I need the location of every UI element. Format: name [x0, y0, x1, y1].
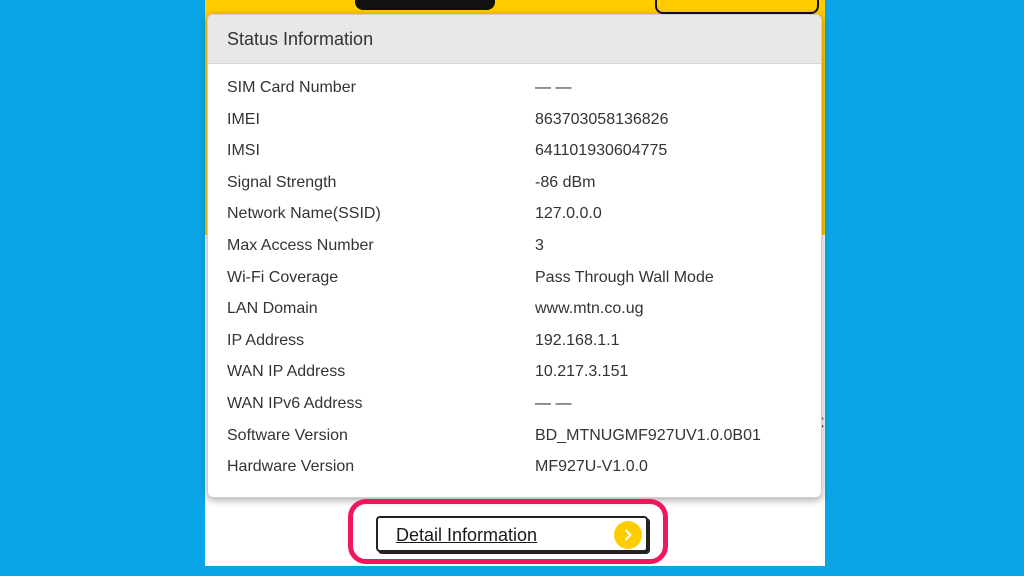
status-value: 3: [535, 236, 544, 254]
popup-title: Status Information: [208, 15, 821, 64]
status-value: 863703058136826: [535, 110, 669, 128]
status-row: Max Access Number 3: [208, 231, 821, 263]
screen-background: € 90 dBm Status Information SIM Card Num…: [0, 0, 1024, 576]
status-value: 10.217.3.151: [535, 363, 629, 381]
status-value: BD_MTNUGMF927UV1.0.0B01: [535, 426, 761, 444]
status-label: Hardware Version: [227, 458, 355, 476]
status-row: Signal Strength -86 dBm: [208, 168, 821, 200]
status-row: Wi-Fi Coverage Pass Through Wall Mode: [208, 263, 821, 295]
status-row: Hardware Version MF927U-V1.0.0: [208, 452, 821, 484]
status-value: — —: [535, 394, 572, 412]
status-label: Wi-Fi Coverage: [227, 268, 339, 286]
detail-information-label[interactable]: Detail Information: [396, 525, 537, 546]
status-row: IMSI 641101930604775: [208, 136, 821, 168]
status-label: WAN IPv6 Address: [227, 394, 363, 412]
status-row: IMEI 863703058136826: [208, 105, 821, 137]
status-value: MF927U-V1.0.0: [535, 458, 648, 476]
page-nav-tab-secondary[interactable]: [655, 0, 819, 14]
status-information-popup: Status Information SIM Card Number — — IM…: [207, 14, 822, 498]
detail-information-button[interactable]: Detail Information: [376, 516, 648, 552]
status-row: WAN IPv6 Address — —: [208, 389, 821, 421]
status-label: Network Name(SSID): [227, 205, 381, 223]
status-row: Network Name(SSID) 127.0.0.0: [208, 199, 821, 231]
status-row: SIM Card Number — —: [208, 73, 821, 105]
status-list: SIM Card Number — — IMEI 863703058136826 I…: [208, 64, 821, 484]
status-label: IMSI: [227, 142, 260, 160]
status-label: IMEI: [227, 110, 260, 128]
status-value: www.mtn.co.ug: [535, 300, 644, 318]
status-row: WAN IP Address 10.217.3.151: [208, 357, 821, 389]
status-value: -86 dBm: [535, 173, 596, 191]
status-label: IP Address: [227, 331, 305, 349]
status-label: WAN IP Address: [227, 363, 346, 381]
status-value: — —: [535, 79, 572, 96]
status-label: SIM Card Number: [227, 79, 356, 96]
status-label: Software Version: [227, 426, 348, 444]
status-value: 641101930604775: [535, 142, 668, 160]
status-row: LAN Domain www.mtn.co.ug: [208, 294, 821, 326]
status-label: Max Access Number: [227, 236, 374, 254]
status-label: Signal Strength: [227, 173, 337, 191]
chevron-right-icon[interactable]: [614, 521, 642, 549]
status-row: IP Address 192.168.1.1: [208, 326, 821, 358]
status-value: Pass Through Wall Mode: [535, 268, 714, 286]
status-value: 127.0.0.0: [535, 205, 602, 223]
status-value: 192.168.1.1: [535, 331, 620, 349]
status-row: Software Version BD_MTNUGMF927UV1.0.0B01: [208, 421, 821, 453]
status-label: LAN Domain: [227, 300, 318, 318]
page-nav-tab[interactable]: [355, 0, 495, 10]
